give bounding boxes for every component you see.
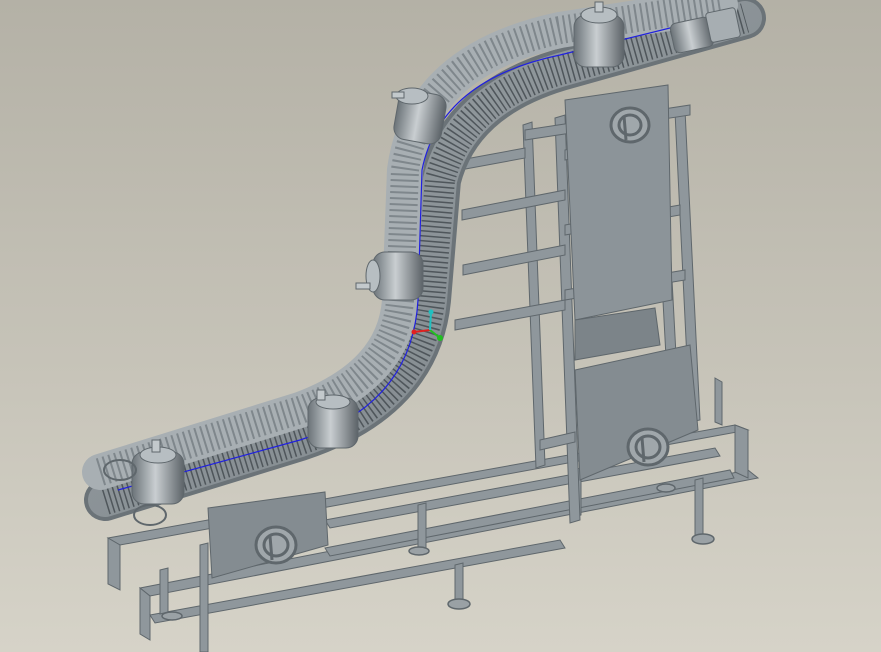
bottle-icon[interactable] (355, 251, 424, 301)
conveyor-model (82, 0, 766, 652)
foot-icon (691, 533, 715, 545)
foot-icon (656, 483, 676, 493)
handwheel-icon[interactable] (626, 427, 670, 467)
foot-icon (408, 546, 430, 556)
bottle-icon[interactable] (307, 389, 359, 449)
foot-icon (447, 598, 471, 610)
cad-viewport[interactable] (0, 0, 881, 652)
handwheel-icon[interactable] (254, 525, 298, 565)
bottle-icon[interactable] (391, 87, 448, 146)
foot-icon (161, 611, 183, 621)
handwheel-icon[interactable] (609, 106, 651, 144)
